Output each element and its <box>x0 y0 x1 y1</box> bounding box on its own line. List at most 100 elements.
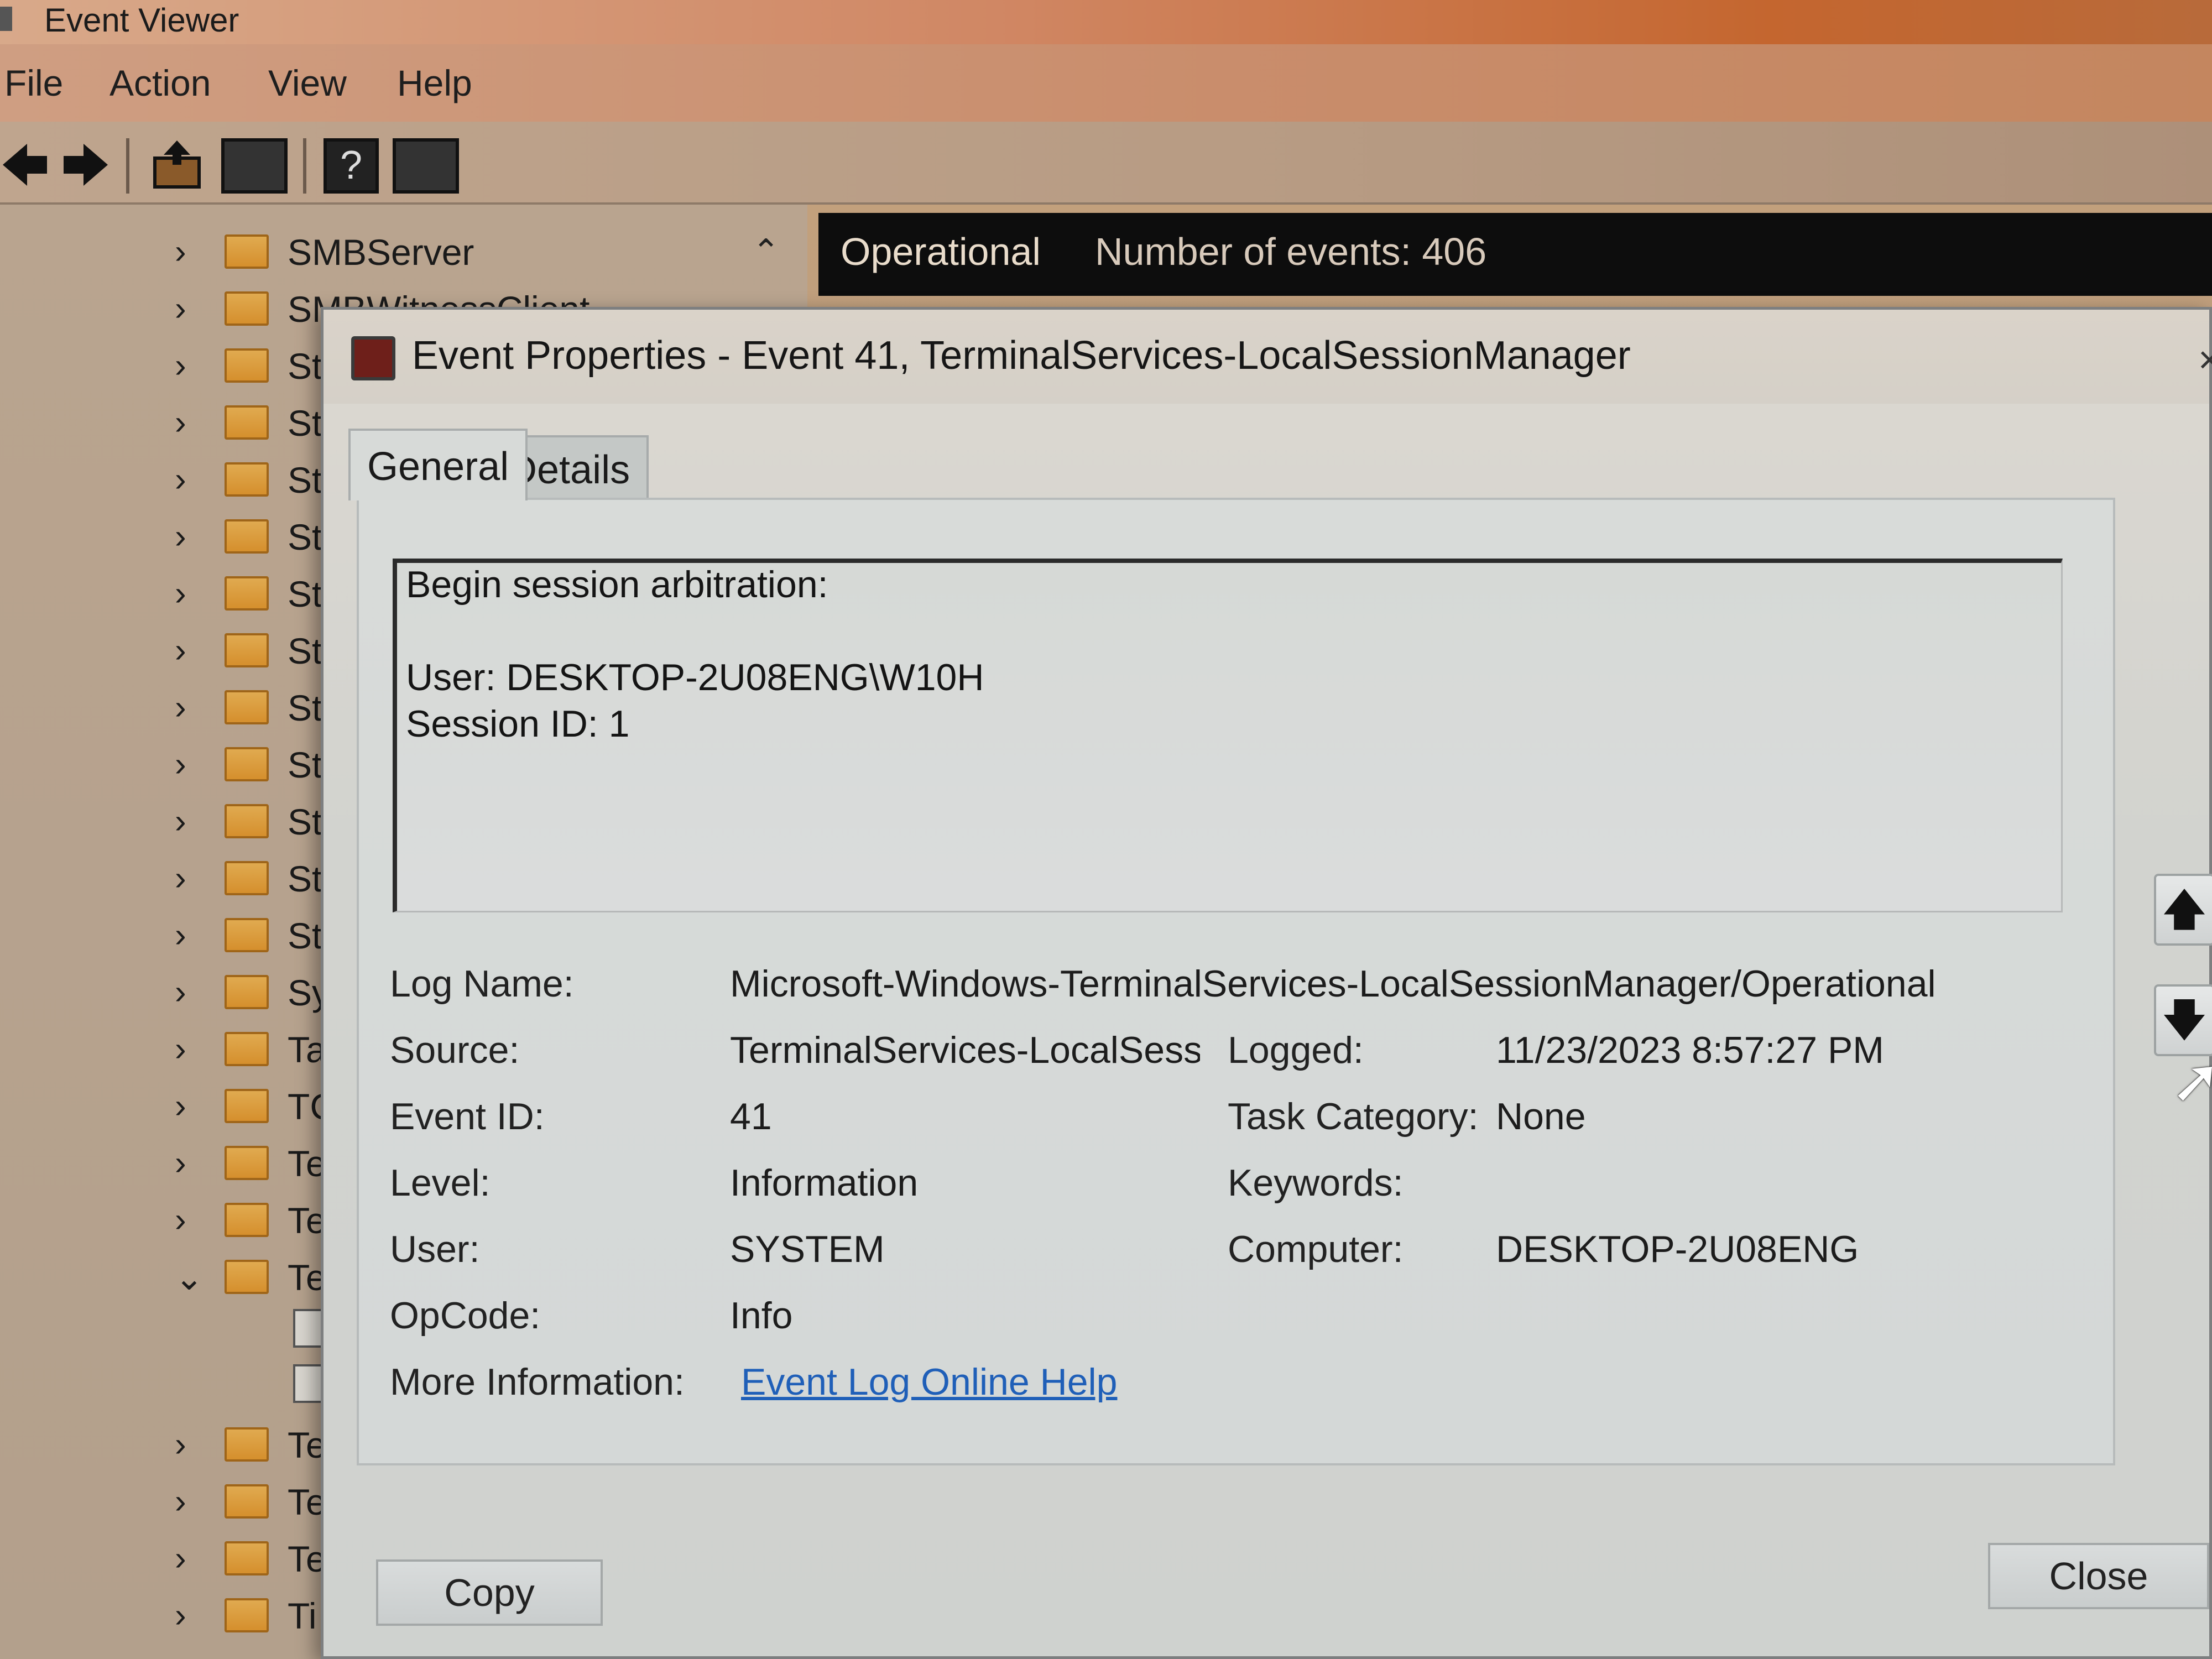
chevron-right-icon[interactable]: › <box>175 859 186 898</box>
folder-icon <box>225 291 269 326</box>
tree-item-label: St <box>288 801 322 842</box>
logged-value: 11/23/2023 8:57:27 PM <box>1496 1029 1884 1071</box>
folder-icon <box>225 1203 269 1237</box>
chevron-right-icon[interactable]: › <box>175 403 186 442</box>
folder-icon <box>225 1427 269 1462</box>
folder-icon <box>225 804 269 838</box>
chevron-right-icon[interactable]: › <box>175 631 186 670</box>
chevron-right-icon[interactable]: › <box>175 688 186 727</box>
mouse-pointer-icon: ➚ <box>2171 1047 2212 1115</box>
description-line: User: DESKTOP-2U08ENG\W10H <box>406 656 984 698</box>
action-pane-icon[interactable] <box>393 138 459 194</box>
menu-help[interactable]: Help <box>397 62 472 104</box>
toolbar: ? <box>0 122 2212 205</box>
chevron-right-icon[interactable]: › <box>175 346 186 385</box>
folder-icon <box>225 576 269 611</box>
event-log-online-help-link[interactable]: Event Log Online Help <box>741 1360 1117 1404</box>
chevron-right-icon[interactable]: › <box>175 232 186 272</box>
folder-icon <box>225 1089 269 1123</box>
tree-item-label: St <box>288 346 322 387</box>
chevron-right-icon[interactable]: › <box>175 973 186 1012</box>
chevron-right-icon[interactable]: › <box>175 1482 186 1521</box>
help-glyph: ? <box>340 143 363 187</box>
tree-item-label: St <box>288 460 322 500</box>
menu-file[interactable]: File <box>4 62 63 104</box>
chevron-right-icon[interactable]: › <box>175 289 186 328</box>
menu-bar: File Action View Help <box>0 44 2212 122</box>
folder-icon <box>225 519 269 554</box>
chevron-right-icon[interactable]: › <box>175 517 186 556</box>
chevron-right-icon[interactable]: › <box>175 1087 186 1126</box>
description-line: Begin session arbitration: <box>406 564 828 606</box>
forward-arrow-icon <box>64 144 108 186</box>
computer-label: Computer: <box>1228 1228 1404 1270</box>
folder-icon <box>225 462 269 497</box>
tree-item[interactable]: › SMBServer <box>0 227 807 276</box>
computer-value: DESKTOP-2U08ENG <box>1496 1228 1859 1270</box>
folder-icon <box>225 1146 269 1180</box>
back-arrow-icon[interactable] <box>0 138 55 191</box>
chevron-right-icon[interactable]: › <box>175 1201 186 1240</box>
tree-item-label: SMBServer <box>288 232 474 273</box>
source-value: TerminalServices-LocalSessionManager <box>730 1029 1200 1071</box>
chevron-right-icon[interactable]: › <box>175 1539 186 1578</box>
folder-icon <box>225 690 269 724</box>
event-properties-dialog: Event Properties - Event 41, TerminalSer… <box>321 307 2212 1659</box>
window-titlebar: Event Viewer <box>0 0 2212 44</box>
opcode-label: OpCode: <box>390 1295 541 1337</box>
toolbar-separator <box>303 138 306 194</box>
folder-icon <box>225 405 269 440</box>
chevron-right-icon[interactable]: › <box>175 1425 186 1464</box>
menu-action[interactable]: Action <box>109 62 211 104</box>
chevron-right-icon[interactable]: › <box>175 574 186 613</box>
level-value: Information <box>730 1162 919 1204</box>
dialog-titlebar: Event Properties - Event 41, TerminalSer… <box>324 310 2212 404</box>
log-name-label: Log Name: <box>390 963 574 1005</box>
tree-item-label: St <box>288 630 322 671</box>
log-name-title: Operational <box>841 230 1041 273</box>
tab-strip: General Details <box>348 429 846 500</box>
opcode-value: Info <box>730 1295 793 1337</box>
tree-item-label: Ti <box>288 1595 317 1636</box>
user-label: User: <box>390 1228 480 1270</box>
event-description-box[interactable]: Begin session arbitration: User: DESKTOP… <box>393 559 2063 912</box>
chevron-right-icon[interactable]: › <box>175 916 186 955</box>
tree-item-label: St <box>288 744 322 785</box>
chevron-right-icon[interactable]: › <box>175 1030 186 1069</box>
folder-icon <box>225 633 269 667</box>
folder-icon <box>225 861 269 895</box>
tab-general[interactable]: General <box>348 429 528 500</box>
keywords-label: Keywords: <box>1228 1162 1404 1204</box>
dialog-close-icon[interactable]: × <box>2198 337 2212 382</box>
chevron-down-icon[interactable]: ⌄ <box>175 1258 204 1298</box>
tree-item-label: St <box>288 517 322 557</box>
previous-event-button[interactable]: 🡅 <box>2154 874 2212 946</box>
chevron-right-icon[interactable]: › <box>175 745 186 784</box>
close-button[interactable]: Close <box>1988 1543 2209 1609</box>
arrow-up-icon: 🡅 <box>2161 885 2208 934</box>
menu-view[interactable]: View <box>268 62 347 104</box>
folder-icon <box>225 1598 269 1632</box>
help-icon[interactable]: ? <box>324 138 379 194</box>
window-title: Event Viewer <box>44 2 239 39</box>
forward-arrow-icon[interactable] <box>55 138 111 191</box>
folder-icon <box>225 747 269 781</box>
event-id-label: Event ID: <box>390 1095 545 1138</box>
up-folder-icon[interactable] <box>149 138 205 191</box>
log-header: Operational Number of events: 406 <box>818 213 2212 296</box>
toolbar-separator <box>126 138 129 194</box>
tree-item-label: St <box>288 573 322 614</box>
console-tree-icon[interactable] <box>221 138 288 194</box>
folder-icon <box>225 348 269 383</box>
description-line: Session ID: 1 <box>406 703 630 745</box>
copy-button[interactable]: Copy <box>376 1559 603 1626</box>
chevron-right-icon[interactable]: › <box>175 1596 186 1635</box>
folder-icon <box>225 918 269 952</box>
chevron-right-icon[interactable]: › <box>175 1144 186 1183</box>
log-name-value: Microsoft-Windows-TerminalServices-Local… <box>730 963 1936 1005</box>
event-count: Number of events: 406 <box>1095 230 1487 273</box>
chevron-right-icon[interactable]: › <box>175 802 186 841</box>
tree-item-label: St <box>288 403 322 444</box>
folder-icon <box>225 1032 269 1066</box>
chevron-right-icon[interactable]: › <box>175 460 186 499</box>
